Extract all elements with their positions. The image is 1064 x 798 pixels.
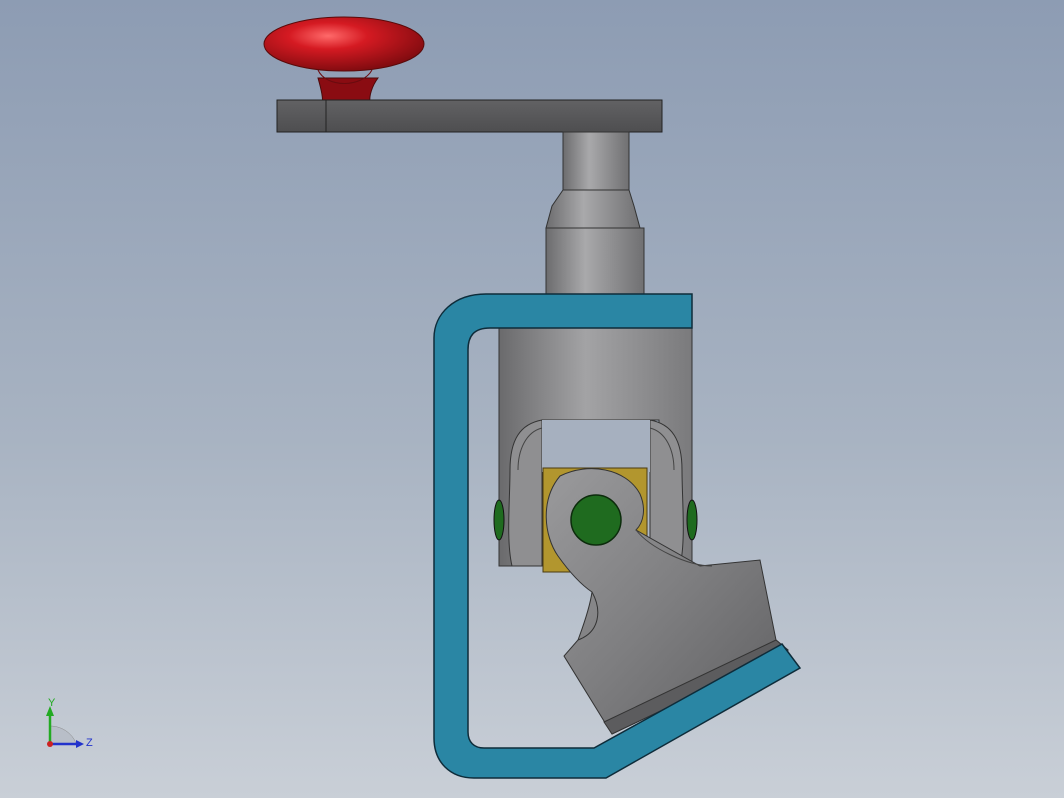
z-axis-label: Z [86,737,93,749]
triad-plane-icon [49,725,77,745]
graphics-viewport[interactable]: Y Z [0,0,1064,798]
handle-knob[interactable] [263,16,425,103]
crank-arm[interactable] [276,99,663,133]
assembly-model[interactable] [0,0,1064,798]
cross-pin[interactable] [570,494,622,546]
input-shaft[interactable] [545,131,645,297]
coordinate-triad: Y Z [36,696,106,760]
y-axis-label: Y [48,697,56,709]
x-axis-point-icon [47,741,53,747]
